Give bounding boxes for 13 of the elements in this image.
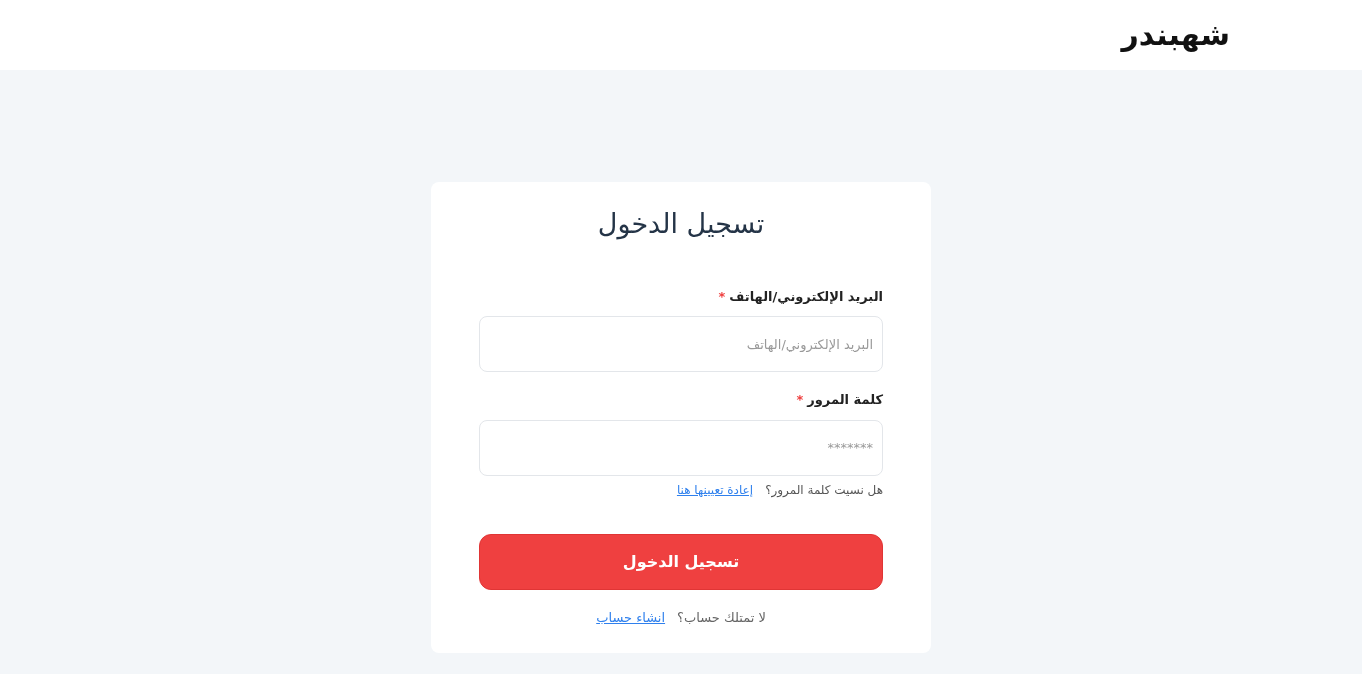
no-account-text: لا تمتلك حساب؟ [677, 608, 766, 627]
field-label: كلمة المرور [807, 391, 883, 409]
forgot-password-text: هل نسيت كلمة المرور؟ [765, 481, 883, 499]
login-button[interactable]: تسجيل الدخول [479, 533, 883, 590]
page-title: تسجيل الدخول [597, 207, 765, 242]
input-field[interactable]: ******* [479, 419, 883, 476]
logo[interactable]: شهبندر [1121, 20, 1230, 50]
required-mark: * [796, 391, 804, 409]
input-field[interactable]: البريد الإلكتروني/الهاتف [479, 316, 883, 372]
create-account-link[interactable]: انشاء حساب [596, 607, 666, 627]
required-mark: * [718, 287, 726, 306]
field-label: البريد الإلكتروني/الهاتف [729, 287, 883, 306]
reset-password-link[interactable]: إعادة تعيينها هنا [676, 480, 754, 499]
